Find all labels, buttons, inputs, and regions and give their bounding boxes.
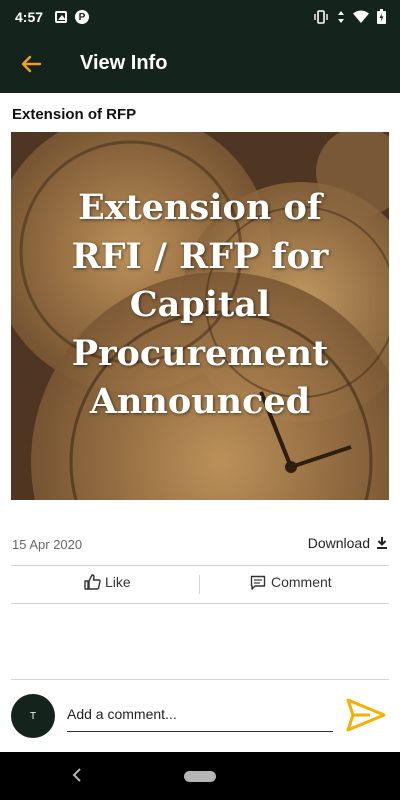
p-icon: P (75, 10, 89, 24)
download-label: Download (307, 535, 370, 551)
thumbs-up-icon (84, 574, 101, 590)
vibrate-icon (314, 9, 328, 24)
post-banner-image: Extension of RFI / RFP for Capital Procu… (11, 132, 389, 500)
banner-headline: Extension of RFI / RFP for Capital Procu… (11, 184, 389, 427)
send-icon[interactable] (346, 698, 386, 732)
status-time: 4:57 (15, 9, 44, 25)
nav-back-icon[interactable] (71, 767, 83, 783)
comment-label: Comment (271, 574, 332, 590)
wifi-icon (353, 10, 369, 23)
system-nav-bar (0, 752, 400, 800)
banner-line: RFI / RFP for (71, 235, 329, 277)
like-label: Like (105, 574, 131, 590)
status-left-icons: P (55, 10, 89, 24)
comment-button[interactable]: Comment (250, 574, 332, 590)
status-right-icons (313, 9, 386, 24)
post-date: 15 Apr 2020 (12, 537, 83, 552)
arrow-left-icon[interactable] (20, 53, 42, 75)
data-arrows-icon (338, 10, 344, 23)
banner-line: Extension of (78, 187, 322, 228)
battery-icon (377, 9, 386, 24)
divider (11, 565, 389, 566)
nav-home-pill[interactable] (184, 771, 216, 782)
image-icon (55, 11, 67, 23)
banner-line: Announced (89, 381, 311, 422)
download-icon (377, 537, 387, 549)
avatar: T (11, 694, 55, 738)
like-button[interactable]: Like (84, 574, 131, 590)
comment-icon (250, 575, 266, 590)
comment-input[interactable] (67, 697, 333, 732)
app-bar: View Info (0, 35, 400, 93)
divider (11, 603, 389, 604)
download-button[interactable]: Download (308, 535, 388, 551)
divider (11, 679, 389, 680)
post-title: Extension of RFP (12, 106, 137, 123)
page-title: View Info (80, 52, 168, 74)
status-bar: 4:57 P (0, 0, 400, 35)
action-separator (199, 575, 200, 594)
banner-line: Procurement (71, 332, 329, 374)
banner-line: Capital (129, 284, 271, 325)
